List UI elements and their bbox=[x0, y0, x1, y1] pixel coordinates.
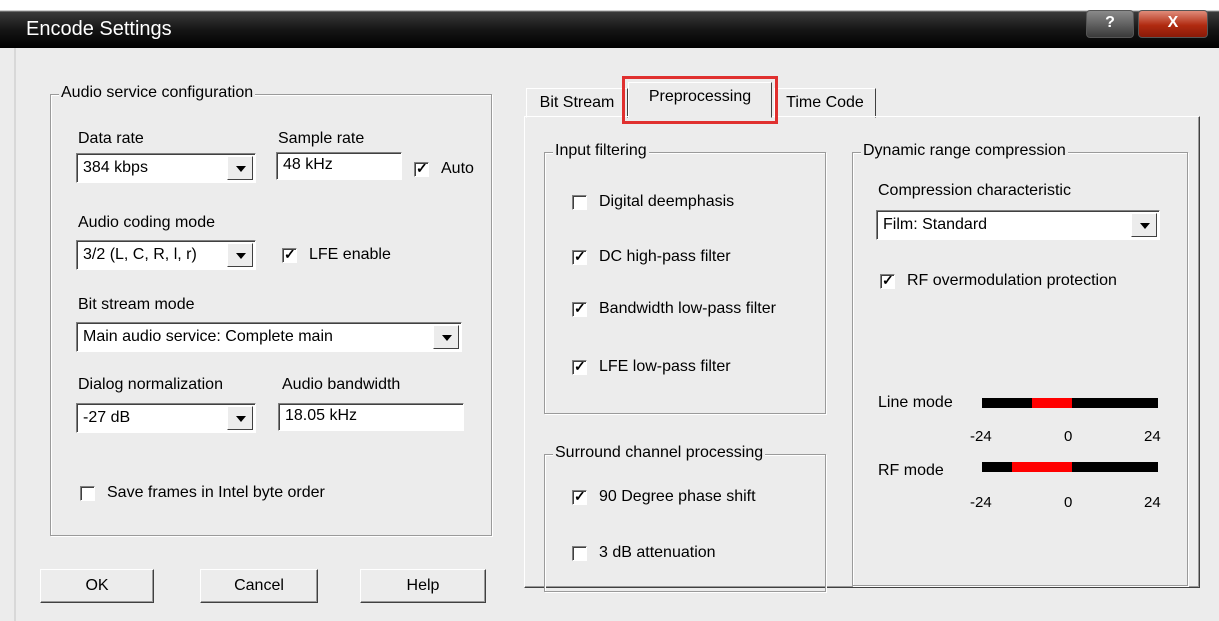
checkbox-icon[interactable] bbox=[572, 545, 587, 561]
rf-mode-label: RF mode bbox=[878, 462, 944, 479]
bitstream-mode-select[interactable]: Main audio service: Complete main bbox=[76, 322, 462, 352]
close-icon[interactable]: X bbox=[1138, 10, 1208, 38]
checkbox-icon[interactable] bbox=[80, 485, 95, 501]
tab-highlight-box bbox=[622, 76, 778, 124]
rf-mode-slider[interactable] bbox=[982, 462, 1158, 472]
rf-overmodulation-checkbox[interactable]: RF overmodulation protection bbox=[880, 272, 1117, 290]
auto-label: Auto bbox=[441, 160, 474, 177]
dc-highpass-label: DC high-pass filter bbox=[599, 248, 731, 265]
digital-deemphasis-checkbox[interactable]: Digital deemphasis bbox=[572, 193, 734, 211]
drc-legend: Dynamic range compression bbox=[861, 142, 1068, 160]
line-mode-slider[interactable] bbox=[982, 398, 1158, 408]
tab-bit-stream[interactable]: Bit Stream bbox=[526, 88, 628, 118]
compression-characteristic-value: Film: Standard bbox=[883, 216, 988, 233]
intel-byte-order-label: Save frames in Intel byte order bbox=[107, 484, 325, 501]
data-rate-label: Data rate bbox=[78, 130, 144, 147]
digital-deemphasis-label: Digital deemphasis bbox=[599, 193, 735, 210]
compression-characteristic-select[interactable]: Film: Standard bbox=[876, 210, 1160, 240]
compression-characteristic-label: Compression characteristic bbox=[878, 182, 1071, 199]
input-filtering-legend: Input filtering bbox=[553, 142, 649, 160]
coding-mode-value: 3/2 (L, C, R, l, r) bbox=[83, 246, 197, 263]
chevron-down-icon[interactable] bbox=[433, 325, 459, 349]
surround-processing-legend: Surround channel processing bbox=[553, 444, 766, 462]
phase-shift-label: 90 Degree phase shift bbox=[599, 488, 756, 505]
sample-rate-label: Sample rate bbox=[278, 130, 365, 147]
dialog-norm-label: Dialog normalization bbox=[78, 376, 223, 393]
help-button[interactable]: Help bbox=[360, 569, 486, 603]
checkbox-icon[interactable] bbox=[572, 488, 587, 505]
data-rate-select[interactable]: 384 kbps bbox=[76, 153, 256, 183]
dialog-norm-select[interactable]: -27 dB bbox=[76, 403, 256, 433]
audio-service-legend: Audio service configuration bbox=[59, 84, 256, 102]
checkbox-icon[interactable] bbox=[572, 194, 587, 210]
line-mode-tick-min: -24 bbox=[970, 428, 992, 445]
lfe-enable-checkbox[interactable]: LFE enable bbox=[282, 246, 391, 264]
window-title: Encode Settings bbox=[26, 18, 172, 40]
dc-highpass-checkbox[interactable]: DC high-pass filter bbox=[572, 248, 731, 266]
dialog-norm-value: -27 dB bbox=[83, 409, 131, 426]
checkbox-icon[interactable] bbox=[414, 160, 429, 177]
bitstream-mode-value: Main audio service: Complete main bbox=[83, 328, 333, 345]
rf-mode-tick-max: 24 bbox=[1144, 494, 1161, 511]
coding-mode-label: Audio coding mode bbox=[78, 214, 215, 231]
auto-checkbox[interactable]: Auto bbox=[414, 160, 474, 178]
rf-mode-tick-mid: 0 bbox=[1064, 494, 1073, 511]
line-mode-tick-mid: 0 bbox=[1064, 428, 1073, 445]
bandwidth-value: 18.05 kHz bbox=[285, 407, 358, 424]
attenuation-checkbox[interactable]: 3 dB attenuation bbox=[572, 544, 716, 562]
lfe-enable-label: LFE enable bbox=[309, 246, 391, 263]
bandwidth-label: Audio bandwidth bbox=[282, 376, 401, 393]
intel-byte-order-checkbox[interactable]: Save frames in Intel byte order bbox=[80, 484, 325, 502]
sample-rate-value: 48 kHz bbox=[283, 156, 333, 173]
dialog-client: Audio service configuration Data rate 38… bbox=[14, 48, 1212, 621]
checkbox-icon[interactable] bbox=[880, 272, 895, 289]
surround-processing-group: Surround channel processing bbox=[544, 444, 826, 592]
cancel-button[interactable]: Cancel bbox=[200, 569, 318, 603]
rf-mode-range bbox=[1012, 462, 1072, 472]
attenuation-label: 3 dB attenuation bbox=[599, 544, 716, 561]
lfe-lowpass-checkbox[interactable]: LFE low-pass filter bbox=[572, 358, 731, 376]
lfe-lowpass-label: LFE low-pass filter bbox=[599, 358, 731, 375]
title-bar: Encode Settings ? X bbox=[0, 0, 1219, 48]
checkbox-icon[interactable] bbox=[282, 246, 297, 263]
checkbox-icon[interactable] bbox=[572, 358, 587, 375]
help-icon[interactable]: ? bbox=[1086, 10, 1134, 38]
bitstream-mode-label: Bit stream mode bbox=[78, 296, 195, 313]
bandwidth-field[interactable]: 18.05 kHz bbox=[278, 403, 464, 431]
coding-mode-select[interactable]: 3/2 (L, C, R, l, r) bbox=[76, 240, 256, 270]
checkbox-icon[interactable] bbox=[572, 248, 587, 265]
data-rate-value: 384 kbps bbox=[83, 159, 148, 176]
chevron-down-icon[interactable] bbox=[227, 243, 253, 267]
bandwidth-lowpass-checkbox[interactable]: Bandwidth low-pass filter bbox=[572, 300, 776, 318]
chevron-down-icon[interactable] bbox=[227, 156, 253, 180]
checkbox-icon[interactable] bbox=[572, 300, 587, 317]
sample-rate-field[interactable]: 48 kHz bbox=[276, 152, 402, 180]
line-mode-range bbox=[1032, 398, 1072, 408]
bandwidth-lowpass-label: Bandwidth low-pass filter bbox=[599, 300, 776, 317]
line-mode-tick-max: 24 bbox=[1144, 428, 1161, 445]
rf-overmodulation-label: RF overmodulation protection bbox=[907, 272, 1117, 289]
chevron-down-icon[interactable] bbox=[227, 406, 253, 430]
tab-time-code[interactable]: Time Code bbox=[774, 88, 876, 118]
chevron-down-icon[interactable] bbox=[1131, 213, 1157, 237]
phase-shift-checkbox[interactable]: 90 Degree phase shift bbox=[572, 488, 756, 506]
ok-button[interactable]: OK bbox=[40, 569, 154, 603]
line-mode-label: Line mode bbox=[878, 394, 953, 411]
rf-mode-tick-min: -24 bbox=[970, 494, 992, 511]
